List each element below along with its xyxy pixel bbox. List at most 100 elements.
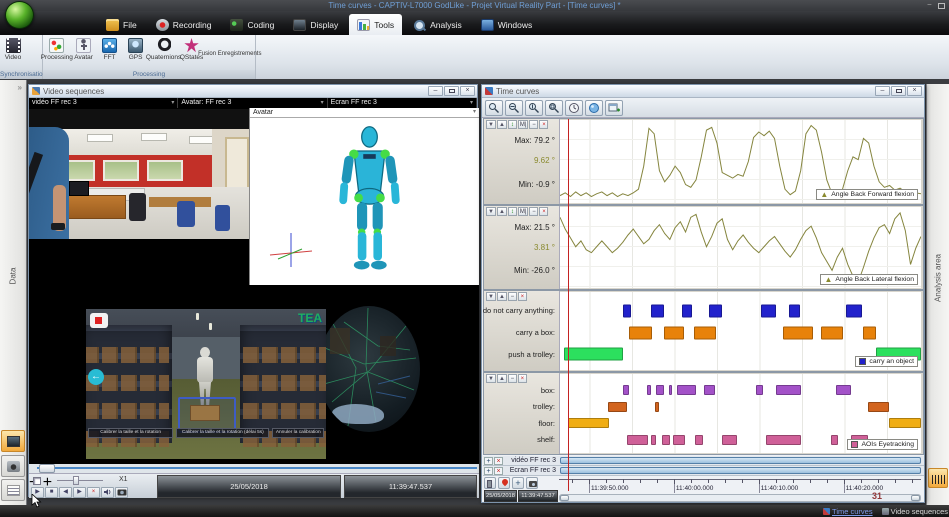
app-logo-orb[interactable] (5, 1, 34, 29)
menu-tab-windows[interactable]: Windows (473, 14, 540, 35)
track-close-icon[interactable]: × (494, 467, 503, 475)
chart-plot-area[interactable]: carry an object (560, 292, 921, 370)
strip-tool[interactable]: ▲ (497, 207, 507, 216)
ribbon-item-avatar[interactable]: Avatar (71, 37, 97, 62)
minimize-button[interactable]: – (875, 86, 890, 96)
ribbon-item-fusion-enregistrements[interactable]: Fusion Enregistrements (205, 37, 255, 69)
cursor-tool-button[interactable] (485, 100, 503, 116)
zoom-vertical-tool-button[interactable] (525, 100, 543, 116)
menu-tab-coding[interactable]: Coding (222, 14, 282, 35)
calibration-button-1[interactable]: Calibrer la taille et la rotation (88, 428, 173, 438)
strip-tool[interactable]: ▼ (486, 292, 496, 301)
right-sidebar-analysis-panel[interactable]: Analysis area (926, 84, 949, 505)
app-minimize-icon[interactable]: – (925, 2, 934, 9)
calibration-button-2[interactable]: Calibrer la taille et la rotation (délai… (176, 428, 269, 438)
restore-button[interactable] (444, 86, 459, 96)
strip-tool[interactable]: − (508, 292, 517, 301)
track-close-icon[interactable]: × (494, 457, 503, 465)
track-add-icon[interactable]: + (484, 457, 493, 465)
sidebar-document-tab[interactable] (1, 479, 25, 501)
sidebar-analysis-tab[interactable] (928, 468, 948, 488)
left-sidebar-data-panel[interactable]: » Data (0, 80, 27, 505)
strip-tool[interactable]: − (529, 120, 538, 129)
strip-tool[interactable]: − (529, 207, 538, 216)
ribbon-item-processing[interactable]: Processing (43, 37, 71, 62)
video-seek-bar[interactable] (29, 464, 479, 473)
seek-thumb[interactable] (39, 464, 55, 473)
timeline-scrollbar[interactable] (559, 494, 921, 502)
sidebar-video-tab[interactable] (1, 430, 25, 452)
marker-button[interactable] (498, 477, 510, 489)
strip-tool[interactable]: ▼ (486, 374, 496, 383)
ribbon-item-fft[interactable]: FFT (97, 37, 123, 62)
menu-tab-file[interactable]: File (98, 14, 145, 35)
chart-plot-area[interactable]: AOIs Eyetracking (560, 374, 921, 453)
video-window-titlebar[interactable]: Video sequences – × (29, 85, 477, 98)
close-button[interactable]: × (907, 86, 922, 96)
ribbon-item-gps[interactable]: GPS (123, 37, 149, 62)
step-back-button[interactable]: ◀ (59, 487, 72, 498)
scrollbar-right-handle[interactable] (911, 495, 920, 501)
snapshot-button[interactable] (526, 477, 538, 489)
mute-button[interactable]: × (87, 487, 100, 498)
record-indicator[interactable] (90, 313, 108, 328)
add-track-button[interactable]: + (512, 477, 524, 489)
track-media-bar[interactable] (560, 457, 921, 464)
expand-chevrons-icon[interactable]: » (18, 83, 22, 92)
track-media-bar[interactable] (560, 467, 921, 474)
strip-tool[interactable]: M| (518, 120, 529, 129)
menu-tab-analysis[interactable]: Analysis (405, 14, 470, 35)
ribbon-item-video[interactable]: Video (0, 37, 26, 62)
video-source-select-ecran-ff-rec-3[interactable]: Ecran FF rec 3▾ (328, 98, 477, 108)
calibration-button-3[interactable]: Annuler la calibration (272, 428, 324, 438)
chart-plot-area[interactable]: ▲Angle Back Forward flexion (560, 120, 921, 203)
zoom-slider-handle[interactable] (73, 476, 79, 485)
curves-window-titlebar[interactable]: Time curves – × (482, 85, 924, 98)
close-button[interactable]: × (460, 86, 475, 96)
event-button[interactable] (484, 477, 496, 489)
ribbon-item-qstates[interactable]: QStates (179, 37, 205, 62)
taskbar-item-time-curves[interactable]: Time curves (823, 507, 873, 516)
step-forward-button[interactable]: ▶ (73, 487, 86, 498)
sidebar-camera-tab[interactable] (1, 455, 25, 477)
time-cursor-line[interactable] (568, 119, 569, 491)
track-add-icon[interactable]: + (484, 467, 493, 475)
zoom-slider-track[interactable] (57, 480, 103, 481)
strip-tool[interactable]: ▼ (486, 207, 496, 216)
video-source-select-vid-o-ff-rec-3[interactable]: vidéo FF rec 3▾ (29, 98, 178, 108)
avatar-select[interactable]: Avatar ▾ (250, 108, 479, 118)
menu-tab-recording[interactable]: Recording (148, 14, 220, 35)
strip-tool[interactable]: ↕ (508, 207, 517, 216)
strip-tool[interactable]: ▲ (497, 374, 507, 383)
minimize-button[interactable]: – (428, 86, 443, 96)
speaker-button[interactable] (101, 487, 114, 498)
scrollbar-left-handle[interactable] (560, 495, 569, 501)
taskbar-item-video-sequences[interactable]: Video sequences (882, 507, 948, 516)
back-arrow-button[interactable]: ← (88, 369, 104, 385)
strip-tool[interactable]: M| (518, 207, 529, 216)
snapshot-button[interactable] (115, 487, 128, 498)
strip-tool[interactable]: × (539, 120, 548, 129)
chart-plot-area[interactable]: ▲Angle Back Lateral flexion (560, 207, 921, 288)
lens-tool-button[interactable] (585, 100, 603, 116)
menu-tab-tools[interactable]: Tools (349, 14, 402, 35)
strip-tool[interactable]: ▼ (486, 120, 496, 129)
strip-tool[interactable]: − (508, 374, 517, 383)
strip-tool[interactable]: × (518, 292, 527, 301)
zoom-box-tool-button[interactable] (545, 100, 563, 116)
strip-tool[interactable]: × (518, 374, 527, 383)
ribbon-item-quaternions[interactable]: Quaternions (149, 37, 179, 62)
time-cursor-tool-button[interactable] (565, 100, 583, 116)
strip-tool[interactable]: ▲ (497, 120, 507, 129)
strip-tool[interactable]: ▲ (497, 292, 507, 301)
stop-button[interactable]: ■ (45, 487, 58, 498)
strip-tool[interactable]: ↕ (508, 120, 517, 129)
menu-tab-display[interactable]: Display (285, 14, 346, 35)
zoom-horizontal-tool-button[interactable] (505, 100, 523, 116)
strip-tool[interactable]: × (539, 207, 548, 216)
video-source-select-avatar-ff-rec-3[interactable]: Avatar: FF rec 3▾ (178, 98, 327, 108)
export-view-tool-button[interactable] (605, 100, 623, 116)
restore-button[interactable] (891, 86, 906, 96)
sync-checkbox[interactable] (33, 477, 41, 485)
app-maximize-icon[interactable] (938, 3, 945, 9)
